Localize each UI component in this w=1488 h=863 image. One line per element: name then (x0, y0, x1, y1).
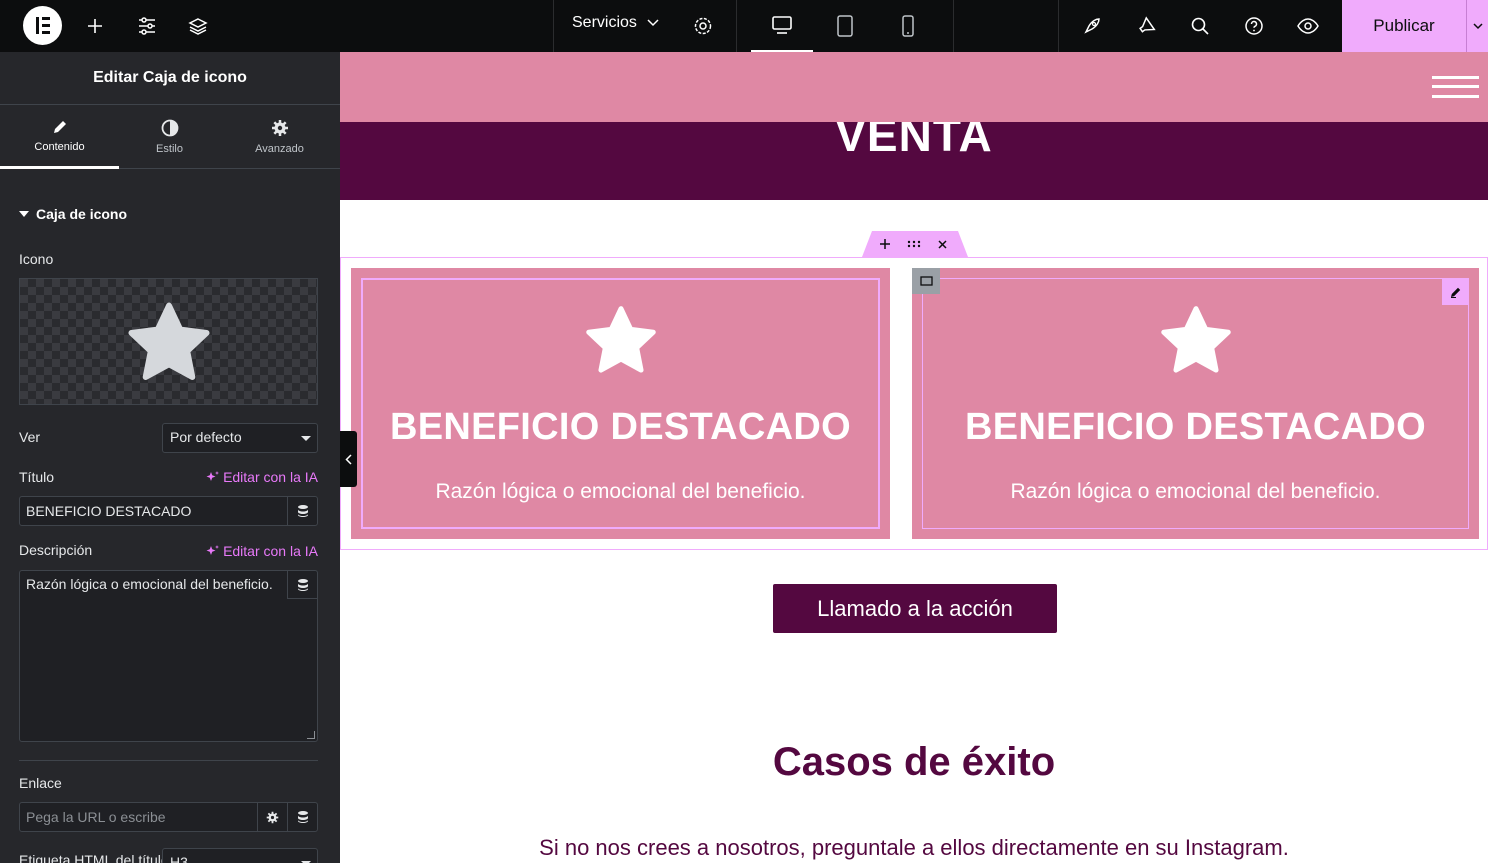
tab-advanced[interactable]: Avanzado (220, 105, 339, 169)
database-icon (297, 578, 308, 591)
add-element-icon[interactable] (82, 13, 108, 39)
card-title: BENEFICIO DESTACADO (964, 406, 1426, 448)
section-icon-box-toggle[interactable]: Caja de icono (19, 206, 127, 222)
edit-with-ai-link[interactable]: Editar con la IA (206, 469, 318, 485)
site-header (340, 52, 1488, 122)
view-select[interactable]: Por defecto (162, 423, 318, 453)
tab-label: Contenido (34, 140, 85, 153)
divider (953, 0, 954, 52)
title-input[interactable]: BENEFICIO DESTACADO (19, 496, 318, 526)
close-icon[interactable] (933, 235, 951, 253)
add-icon[interactable] (876, 235, 894, 253)
dynamic-tags-button[interactable] (287, 571, 317, 599)
tab-label: Estilo (156, 143, 183, 155)
elementor-logo-icon[interactable] (23, 6, 62, 45)
description-textarea-value: Razón lógica o emocional del beneficio. (26, 576, 273, 592)
star-icon (1160, 306, 1231, 373)
publish-button[interactable]: Publicar (1342, 0, 1466, 52)
megaphone-icon[interactable] (1134, 13, 1160, 39)
container-handle (862, 231, 968, 257)
help-icon[interactable] (1241, 13, 1267, 39)
menu-hamburger-icon[interactable] (1432, 76, 1479, 98)
card-title: BENEFICIO DESTACADO (389, 406, 851, 448)
page-settings-gear-icon[interactable] (690, 13, 716, 39)
call-to-action-button[interactable]: Llamado a la acción (773, 584, 1057, 633)
drag-handle-icon[interactable] (905, 235, 923, 253)
search-icon[interactable] (1187, 13, 1213, 39)
cases-subtitle: Si no nos crees a nosotros, preguntale a… (539, 835, 1289, 860)
description-label: Descripción (19, 542, 93, 558)
html-tag-label: Etiqueta HTML del título (19, 852, 169, 863)
edit-with-ai-link[interactable]: Editar con la IA (206, 543, 318, 559)
ai-link-label: Editar con la IA (223, 543, 318, 559)
layers-icon[interactable] (185, 13, 211, 39)
gear-icon (271, 120, 288, 136)
section-title: Caja de icono (36, 206, 128, 222)
title-input-value: BENEFICIO DESTACADO (26, 503, 192, 519)
hero-title: VENTA (835, 122, 993, 161)
divider (736, 0, 737, 52)
tab-style[interactable]: Estilo (110, 105, 229, 169)
card-description: Razón lógica o emocional del beneficio. (1010, 480, 1381, 503)
preview-eye-icon[interactable] (1295, 13, 1321, 39)
rocket-icon[interactable] (1079, 13, 1105, 39)
chevron-down-icon (647, 19, 659, 27)
page-name: Servicios (572, 14, 637, 31)
resize-handle[interactable] (307, 731, 315, 739)
link-input[interactable]: Pega la URL o escribe (19, 802, 318, 832)
html-tag-value: H3 (170, 854, 188, 863)
divider (1058, 0, 1059, 52)
title-label: Título (19, 469, 55, 485)
link-options-button[interactable] (257, 803, 287, 831)
divider (19, 760, 318, 761)
ai-sparkle-icon (206, 545, 220, 555)
star-icon (585, 306, 656, 373)
ai-link-label: Editar con la IA (223, 469, 318, 485)
panel-title: Editar Caja de icono (0, 52, 340, 105)
publish-options-button[interactable] (1466, 0, 1488, 52)
chevron-down-icon (1472, 22, 1483, 29)
panel-tabs: Contenido Estilo Avanzado (0, 105, 340, 169)
gear-icon (266, 811, 279, 823)
chevron-left-icon (345, 453, 352, 465)
page-selector[interactable]: Servicios (572, 14, 659, 32)
tablet-view-icon[interactable] (814, 0, 876, 52)
pencil-icon (53, 120, 66, 133)
view-select-value: Por defecto (170, 429, 242, 445)
icon-label: Icono (19, 251, 54, 267)
dynamic-tags-button[interactable] (287, 497, 317, 525)
icon-box-card[interactable]: BENEFICIO DESTACADO Razón lógica o emoci… (912, 268, 1479, 539)
star-icon (127, 302, 210, 380)
icon-picker[interactable] (19, 278, 318, 405)
site-settings-icon[interactable] (134, 13, 160, 39)
top-bar: Servicios Publicar (0, 0, 1488, 52)
divider (553, 0, 554, 52)
card-description: Razón lógica o emocional del beneficio. (435, 480, 806, 503)
database-icon (297, 505, 308, 517)
hero-section: VENTA (340, 122, 1488, 200)
database-icon (297, 811, 308, 823)
link-label: Enlace (19, 775, 62, 791)
html-tag-select[interactable]: H3 (162, 848, 318, 863)
tab-label: Avanzado (255, 143, 304, 155)
page-canvas: VENTA BENEFICIO DESTACADO Razón lógica o… (340, 52, 1488, 863)
icon-box-card[interactable]: BENEFICIO DESTACADO Razón lógica o emoci… (351, 268, 890, 539)
mobile-view-icon[interactable] (877, 0, 939, 52)
dynamic-tags-button[interactable] (287, 803, 317, 831)
cases-heading: Casos de éxito (772, 740, 1056, 784)
widget-type-icon[interactable] (912, 268, 940, 294)
description-textarea[interactable]: Razón lógica o emocional del beneficio. (19, 570, 318, 742)
ai-sparkle-icon (206, 471, 220, 481)
editor-panel: Editar Caja de icono Contenido Estilo Av… (0, 52, 340, 863)
tab-content[interactable]: Contenido (0, 105, 119, 169)
link-input-placeholder: Pega la URL o escribe (26, 809, 166, 825)
caret-down-icon (301, 436, 311, 441)
view-label: Ver (19, 429, 41, 445)
half-circle-icon (161, 119, 178, 137)
caret-down-icon (19, 210, 29, 217)
collapse-panel-button[interactable] (340, 431, 357, 487)
desktop-view-icon[interactable] (751, 0, 813, 52)
edit-widget-pencil-icon[interactable] (1442, 278, 1469, 305)
